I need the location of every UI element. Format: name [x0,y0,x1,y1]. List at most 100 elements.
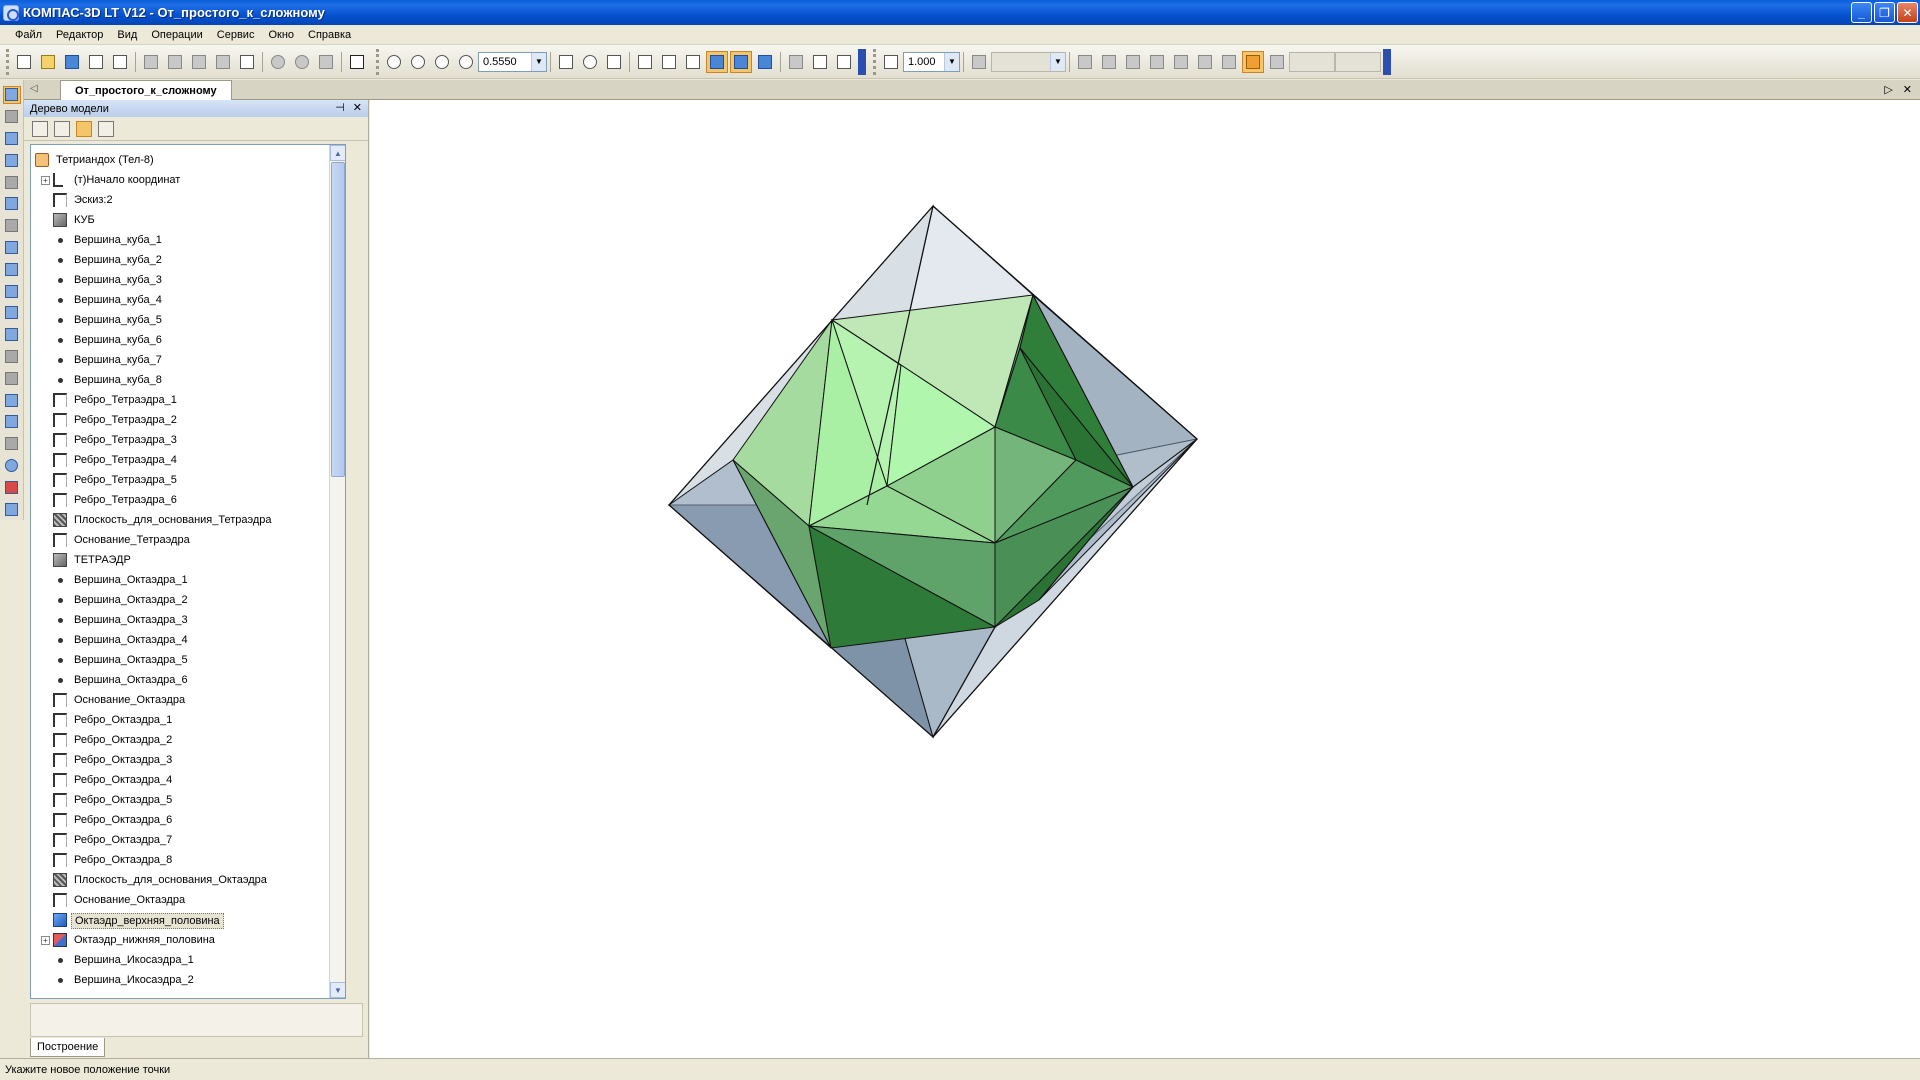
zoom-in-button[interactable] [431,51,453,73]
tree-item[interactable]: Ребро_Октаэдра_8 [31,851,327,870]
menu-view[interactable]: Вид [110,27,144,43]
compact-sketch-button[interactable] [3,304,21,322]
chevron-down-icon[interactable]: ▼ [531,52,546,71]
kompas-app-icon[interactable] [3,4,19,21]
wireframe-button[interactable] [634,51,656,73]
undo-button[interactable] [267,51,289,73]
tree-item[interactable]: Ребро_Октаэдра_5 [31,791,327,810]
zoom-frame-button[interactable] [383,51,405,73]
paste-button[interactable] [188,51,210,73]
tree-item[interactable]: Вершина_Икосаэдра_2 [31,971,327,990]
ortho-button[interactable] [1194,51,1216,73]
coord-button[interactable] [1266,51,1288,73]
menu-operations[interactable]: Операции [144,27,209,43]
tree-item[interactable]: Плоскость_для_основания_Октаэдра [31,871,327,890]
menu-window[interactable]: Окно [261,27,301,43]
tree-item[interactable]: Эскиз:2 [31,191,327,210]
local-cs-button[interactable] [1170,51,1192,73]
compact-filter-button[interactable] [3,195,21,213]
perspective-button[interactable] [754,51,776,73]
tree-item[interactable]: Ребро_Тетраэдра_3 [31,431,327,450]
compact-sphere-button[interactable] [3,457,21,475]
tab-scroll-right-icon[interactable]: ▷ [1884,83,1892,96]
compact-measure-button[interactable] [3,217,21,235]
hidden-lines-button[interactable] [658,51,680,73]
tree-item[interactable]: Ребро_Октаэдра_3 [31,751,327,770]
compact-sweep-button[interactable] [3,282,21,300]
tree-item[interactable]: Ребро_Октаэдра_2 [31,731,327,750]
menu-service[interactable]: Сервис [210,27,262,43]
compact-fillet-button[interactable] [3,369,21,387]
tree-structure-icon[interactable] [32,120,48,137]
compact-geometry-button[interactable] [2,86,21,104]
print-button[interactable] [109,51,131,73]
restore-button[interactable]: ❐ [1874,2,1895,23]
scroll-up-icon[interactable]: ▲ [330,145,345,161]
tree-item[interactable]: Ребро_Тетраэдра_4 [31,451,327,470]
compact-edit-button[interactable] [3,500,21,518]
pin-icon[interactable]: ⊣ [335,101,345,114]
tree-item[interactable]: Вершина_Октаэдра_4 [31,631,327,650]
save-button[interactable] [61,51,83,73]
compact-aux-button[interactable] [3,173,21,191]
menu-help[interactable]: Справка [301,27,358,43]
model-viewport[interactable]: Z X Y [370,100,1920,1058]
library-button[interactable] [236,51,258,73]
tree-item[interactable]: Вершина_куба_1 [31,231,327,250]
properties-button[interactable] [212,51,234,73]
grid-button[interactable] [1146,51,1168,73]
compact-shell-button[interactable] [3,391,21,409]
compact-revolve-button[interactable] [3,260,21,278]
tree-item[interactable]: Вершина_Октаэдра_1 [31,571,327,590]
rotate-button[interactable] [579,51,601,73]
menu-editor[interactable]: Редактор [49,27,110,43]
tree-item[interactable]: Вершина_Икосаэдра_1 [31,951,327,970]
tree-vertical-scrollbar[interactable]: ▲ ▼ [329,145,345,998]
tab-build[interactable]: Построение [30,1038,106,1057]
tree-item[interactable]: Основание_Тетраэдра [31,531,327,550]
snap-active-button[interactable] [1242,50,1264,73]
scroll-down-icon[interactable]: ▼ [330,982,345,998]
zoom-all-button[interactable] [407,51,429,73]
tree-item[interactable]: Основание_Октаэдра [31,891,327,910]
compact-color-button[interactable] [3,478,21,496]
style-button[interactable] [968,51,990,73]
menu-file[interactable]: Файл [8,27,49,43]
rebuild-button[interactable] [833,51,855,73]
compact-cut-button[interactable] [3,348,21,366]
tree-item[interactable]: Вершина_куба_8 [31,371,327,390]
open-button[interactable] [37,51,59,73]
variables-button[interactable] [315,51,337,73]
tree-item[interactable]: Основание_Октаэдра [31,691,327,710]
tree-item[interactable]: Вершина_Октаэдра_2 [31,591,327,610]
compact-arrays-button[interactable] [3,151,21,169]
tree-item[interactable]: Ребро_Октаэдра_1 [31,711,327,730]
tree-item[interactable]: Тетриандох (Тел-8) [31,151,327,170]
new-document-button[interactable] [13,51,35,73]
tree-item[interactable]: Ребро_Тетраэдра_5 [31,471,327,490]
step-combo[interactable]: 1.000 ▼ [903,51,960,72]
round-button[interactable] [1218,51,1240,73]
tree-item[interactable]: Вершина_куба_7 [31,351,327,370]
redo-button[interactable] [291,51,313,73]
print-preview-button[interactable] [85,51,107,73]
scrollbar-thumb[interactable] [331,162,345,477]
grid-snap-button[interactable] [880,51,902,73]
tree-item[interactable]: ТЕТРАЭДР [31,551,327,570]
minimize-button[interactable]: _ [1851,2,1872,23]
tree-item[interactable]: Вершина_куба_5 [31,311,327,330]
tree-item[interactable]: Вершина_куба_6 [31,331,327,350]
tree-item[interactable]: + (т)Начало координат [31,171,327,190]
compact-mirror-button[interactable] [3,435,21,453]
close-panel-icon[interactable]: ✕ [353,101,362,114]
model-tree[interactable]: Тетриандох (Тел-8) + (т)Начало координат Эс… [30,144,346,999]
tree-item[interactable]: Ребро_Тетраэдра_6 [31,491,327,510]
tree-item[interactable]: Ребро_Тетраэдра_2 [31,411,327,430]
tree-filter-active-icon[interactable] [76,120,92,137]
tree-item[interactable]: Ребро_Октаэдра_6 [31,811,327,830]
copy-button[interactable] [164,51,186,73]
help-pointer-button[interactable] [346,51,368,73]
shaded-edges-button[interactable] [730,50,752,73]
tree-item[interactable]: Вершина_куба_2 [31,251,327,270]
pan-button[interactable] [555,51,577,73]
